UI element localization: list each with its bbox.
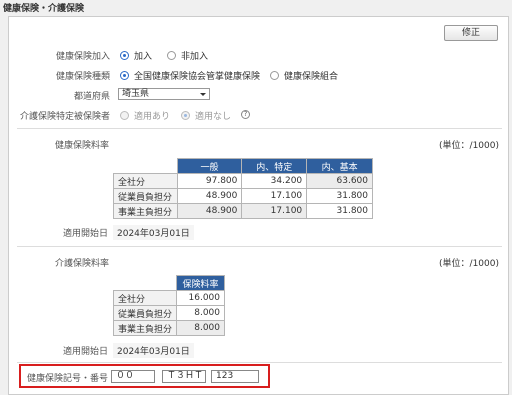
cell-value: 8.000 [176,305,225,321]
health-start-label: 適用開始日 [63,229,109,239]
table-row: 従業員負担分 48.900 17.100 31.800 [113,188,373,204]
col-header-basic: 内、基本 [306,158,373,174]
section-title: 健康保険・介護保険 [3,4,85,14]
symbol-field-3[interactable]: 123 [211,370,259,383]
table-row: 事業主負担分 48.900 17.100 31.800 [113,203,373,219]
care-insured-label: 介護保険特定被保険者 [19,112,110,122]
care-rate-unit: (単位：/1000) [439,259,499,269]
prefecture-value: 埼玉県 [122,89,150,99]
cell-value: 97.800 [176,173,243,189]
edit-button[interactable]: 修正 [444,25,498,41]
row-label: 全社分 [113,173,178,189]
health-rate-unit: (単位：/1000) [439,141,499,151]
table-row: 全社分 16.000 [112,290,225,306]
care-rate-table: 保険料率 全社分 16.000 従業員負担分 8.000 事業主負担分 8.00… [112,275,225,336]
radio-selected-icon [120,71,129,80]
divider [17,246,502,247]
cell-value: 17.100 [241,188,308,204]
divider [17,128,502,129]
row-label: 事業主負担分 [113,203,178,219]
radio-selected-icon [120,51,129,60]
care-option-applicable[interactable]: 適用あり [120,109,170,122]
row-label: 全社分 [112,290,178,306]
symbol-field-1[interactable]: ００ [111,370,155,383]
table-row: 事業主負担分 8.000 [112,320,225,336]
cell-value: 16.000 [176,290,225,306]
cell-value: 63.600 [306,173,373,189]
enrollment-label: 健康保険加入 [55,52,110,62]
chevron-down-icon [200,93,206,96]
cell-value: 17.100 [241,203,308,219]
cell-value: 31.800 [306,188,373,204]
enrollment-option-join[interactable]: 加入 [120,49,152,62]
row-label: 従業員負担分 [112,305,178,321]
table-row: 全社分 97.800 34.200 63.600 [113,173,373,189]
help-icon[interactable]: ? [241,110,250,119]
cell-value: 48.900 [176,203,243,219]
symbol-number-label: 健康保険記号・番号 [27,374,109,384]
care-rate-title: 介護保険料率 [55,259,110,269]
radio-unselected-icon [167,51,176,60]
col-header-specific: 内、特定 [241,158,308,174]
row-label: 従業員負担分 [113,188,178,204]
insurance-panel: 修正 健康保険加入 加入 非加入 健康保険種類 全国健康保険協会管掌健康保険 健… [8,16,509,395]
cell-value: 8.000 [176,320,225,336]
prefecture-select[interactable]: 埼玉県 [118,88,210,100]
prefecture-label: 都道府県 [73,92,110,102]
table-row: 従業員負担分 8.000 [112,305,225,321]
col-header-general: 一般 [176,158,243,174]
health-rate-title: 健康保険料率 [55,141,110,151]
divider [17,362,502,363]
health-rate-table: 一般 内、特定 内、基本 全社分 97.800 34.200 63.600 従業… [113,158,373,219]
col-header-rate: 保険料率 [176,275,225,291]
cell-value: 31.800 [306,203,373,219]
care-option-not-applicable[interactable]: 適用なし [181,109,231,122]
cell-value: 34.200 [241,173,308,189]
radio-disabled-selected-icon [181,111,190,120]
type-option-kyokai[interactable]: 全国健康保険協会管掌健康保険 [120,69,260,82]
type-option-kumiai[interactable]: 健康保険組合 [270,69,338,82]
care-start-label: 適用開始日 [63,347,109,357]
care-start-date: 2024年03月01日 [113,343,194,358]
health-start-date: 2024年03月01日 [113,225,194,240]
insurance-type-label: 健康保険種類 [55,72,110,82]
radio-disabled-icon [120,111,129,120]
row-label: 事業主負担分 [112,320,178,336]
symbol-field-2[interactable]: Ｔ３ＨＴ [162,370,206,383]
radio-unselected-icon [270,71,279,80]
enrollment-option-nonjoin[interactable]: 非加入 [167,49,208,62]
section-header: 健康保険・介護保険 [0,0,512,14]
cell-value: 48.900 [176,188,243,204]
